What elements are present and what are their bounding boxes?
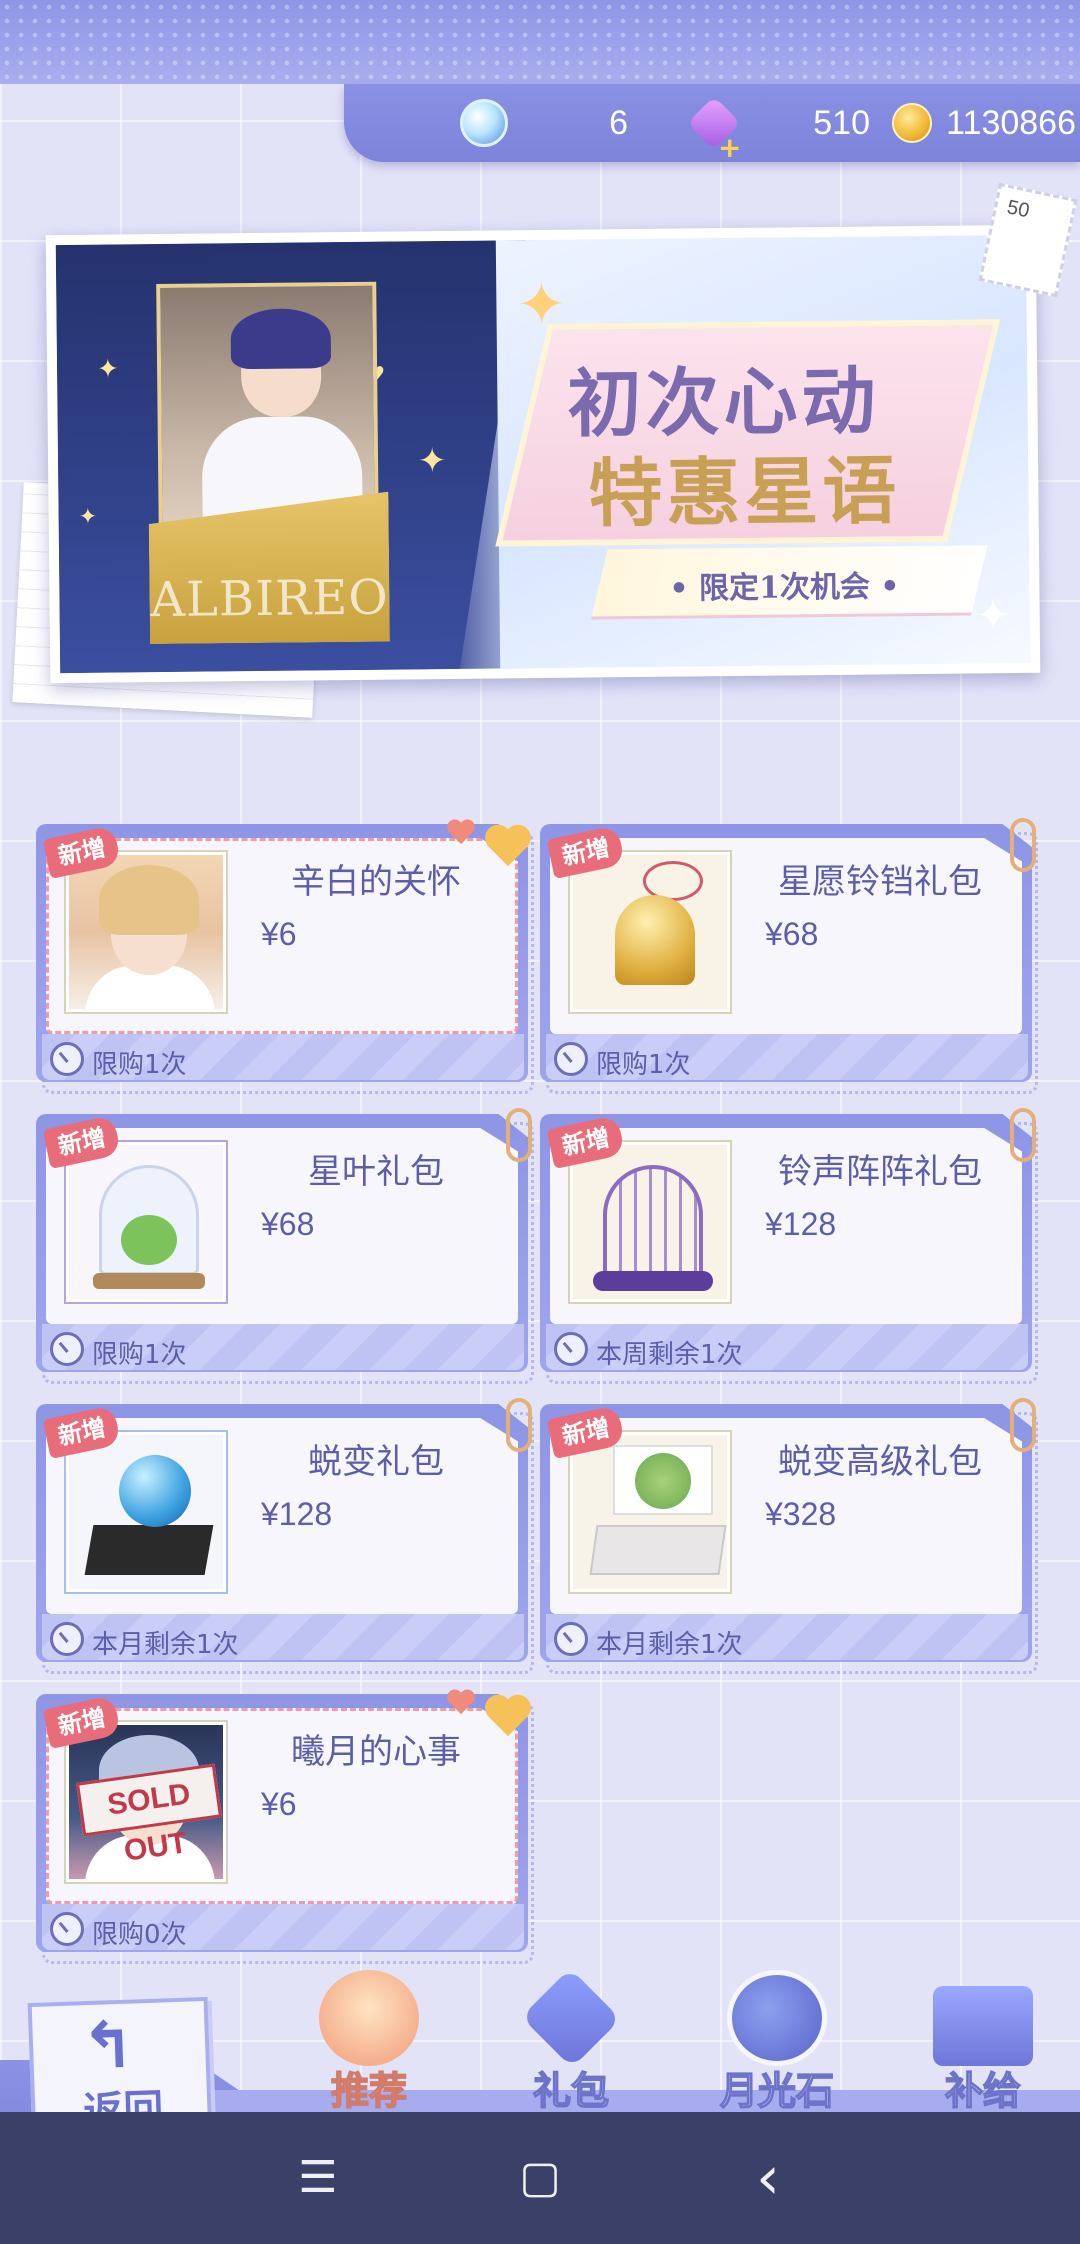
pack-name: 蜕变礼包 bbox=[308, 1442, 444, 1482]
home-icon[interactable]: ▢ bbox=[508, 2146, 572, 2210]
pack-limit: 限购1次 bbox=[92, 1340, 187, 1370]
pack-price: ¥6 bbox=[261, 916, 297, 952]
paperclip-icon bbox=[1010, 1398, 1036, 1452]
pack-thumbnail bbox=[66, 1432, 226, 1592]
coin-count: 1130866 bbox=[946, 103, 1076, 142]
sparkle-icon: ✦ bbox=[974, 590, 1012, 642]
pack-limit: 本月剩余1次 bbox=[92, 1630, 239, 1660]
tab-label: 礼包 bbox=[532, 2068, 610, 2114]
pack-limit: 限购1次 bbox=[92, 1050, 187, 1080]
tab-supply[interactable]: 补给 bbox=[898, 1960, 1068, 2120]
pack-card[interactable]: 新增 辛白的关怀 ¥6 限购1次 bbox=[36, 824, 534, 1094]
gem-counter[interactable]: 6 bbox=[460, 84, 640, 162]
pack-name: 曦月的心事 bbox=[291, 1732, 461, 1772]
banner-title-line2: 特惠星语 bbox=[587, 448, 901, 538]
swan-icon bbox=[319, 1970, 419, 2066]
pack-card[interactable]: 新增 铃声阵阵礼包 ¥128 本周剩余1次 bbox=[540, 1108, 1038, 1384]
pack-thumbnail: SOLD OUT bbox=[66, 1722, 226, 1882]
pack-limit: 限购0次 bbox=[92, 1920, 187, 1950]
system-navigation-bar: ☰ ▢ ‹ bbox=[0, 2112, 1080, 2244]
pack-name: 蜕变高级礼包 bbox=[778, 1442, 982, 1482]
pack-thumbnail bbox=[66, 1142, 226, 1302]
pack-limit: 限购1次 bbox=[596, 1050, 691, 1080]
tab-gift-pack[interactable]: 礼包 bbox=[486, 1960, 656, 2120]
heart-icon bbox=[482, 1696, 534, 1742]
menu-icon[interactable]: ☰ bbox=[286, 2146, 350, 2210]
pack-thumbnail bbox=[570, 852, 730, 1012]
pack-price: ¥328 bbox=[765, 1496, 837, 1532]
paperclip-icon bbox=[1010, 1108, 1036, 1162]
crystal-count: 510 bbox=[813, 103, 870, 142]
paperclip-icon bbox=[506, 1398, 532, 1452]
moon-icon bbox=[727, 1970, 827, 2066]
shopping-bag-icon bbox=[933, 1986, 1033, 2066]
pack-card[interactable]: 新增 蜕变高级礼包 ¥328 本月剩余1次 bbox=[540, 1398, 1038, 1674]
pack-name: 辛白的关怀 bbox=[291, 862, 461, 902]
gift-heart-icon bbox=[521, 1968, 621, 2068]
pack-price: ¥68 bbox=[261, 1206, 315, 1242]
heart-icon bbox=[482, 826, 534, 872]
clock-icon bbox=[50, 1042, 84, 1076]
star-icon: ✦ bbox=[78, 504, 98, 530]
back-icon[interactable]: ‹ bbox=[736, 2146, 800, 2210]
coin-icon bbox=[892, 103, 932, 143]
clock-icon bbox=[554, 1622, 588, 1656]
currency-bar: 6 + 510 1130866 bbox=[344, 84, 1080, 162]
banner-frame: ✦ ✦ ✦ ♥ ALBIREO ✦ 初次心动 特惠星语 • 限定1次机会 • ✦ bbox=[45, 224, 1041, 684]
clock-icon bbox=[554, 1332, 588, 1366]
pack-thumbnail bbox=[66, 852, 226, 1012]
tab-label: 补给 bbox=[944, 2068, 1022, 2114]
crystal-counter[interactable]: + 510 bbox=[684, 84, 884, 162]
pack-card[interactable]: SOLD OUT 新增 曦月的心事 ¥6 限购0次 bbox=[36, 1694, 534, 1964]
pack-price: ¥6 bbox=[261, 1786, 297, 1822]
tab-recommend[interactable]: 推荐 bbox=[284, 1960, 454, 2120]
pack-name: 星愿铃铛礼包 bbox=[778, 862, 982, 902]
pack-thumbnail bbox=[570, 1142, 730, 1302]
paperclip-icon bbox=[506, 1108, 532, 1162]
pack-price: ¥128 bbox=[261, 1496, 333, 1532]
heart-icon bbox=[446, 820, 476, 846]
banner-subtitle: • 限定1次机会 • bbox=[669, 569, 900, 607]
banner-art: ✦ ✦ ✦ ♥ ALBIREO ✦ 初次心动 特惠星语 • 限定1次机会 • ✦ bbox=[55, 234, 1031, 674]
paperclip-icon bbox=[1010, 818, 1036, 872]
pack-price: ¥68 bbox=[765, 916, 819, 952]
pack-card[interactable]: 新增 星叶礼包 ¥68 限购1次 bbox=[36, 1108, 534, 1384]
pack-thumbnail bbox=[570, 1432, 730, 1592]
top-decor-band bbox=[0, 0, 1080, 84]
pack-name: 铃声阵阵礼包 bbox=[778, 1152, 982, 1192]
star-icon: ✦ bbox=[96, 354, 120, 385]
pack-limit: 本月剩余1次 bbox=[596, 1630, 743, 1660]
return-arrow-icon: ↰ bbox=[79, 2008, 137, 2085]
pack-card[interactable]: 新增 蜕变礼包 ¥128 本月剩余1次 bbox=[36, 1398, 534, 1674]
crystal-add-icon[interactable]: + bbox=[684, 93, 744, 162]
pack-name: 星叶礼包 bbox=[308, 1152, 444, 1192]
pack-limit: 本周剩余1次 bbox=[596, 1340, 743, 1370]
tab-label: 推荐 bbox=[330, 2068, 408, 2114]
tab-label: 月光石 bbox=[719, 2068, 835, 2114]
pack-card[interactable]: 新增 星愿铃铛礼包 ¥68 限购1次 bbox=[540, 818, 1038, 1094]
pack-price: ¥128 bbox=[765, 1206, 837, 1242]
tab-moonstone[interactable]: 月光石 bbox=[692, 1960, 862, 2120]
postage-stamp: 50 bbox=[978, 182, 1078, 298]
stamp-number: 50 bbox=[1005, 196, 1032, 223]
star-icon: ✦ bbox=[417, 441, 447, 482]
clock-icon bbox=[554, 1042, 588, 1076]
clock-icon bbox=[50, 1622, 84, 1656]
gem-count: 6 bbox=[609, 103, 628, 142]
plus-icon: + bbox=[718, 131, 742, 164]
promo-banner[interactable]: ✦ ✦ ✦ ♥ ALBIREO ✦ 初次心动 特惠星语 • 限定1次机会 • ✦… bbox=[12, 182, 1078, 718]
coin-counter: 1130866 bbox=[892, 84, 1080, 162]
gem-icon bbox=[460, 99, 508, 147]
card-sleeve-text: ALBIREO bbox=[150, 569, 389, 629]
clock-icon bbox=[50, 1332, 84, 1366]
clock-icon bbox=[50, 1912, 84, 1946]
heart-icon bbox=[446, 1690, 476, 1716]
